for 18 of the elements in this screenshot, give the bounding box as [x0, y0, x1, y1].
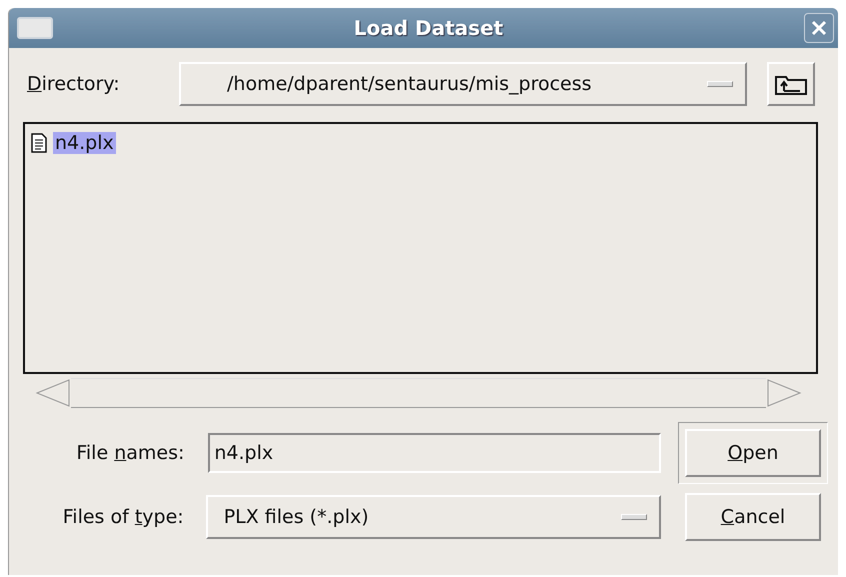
file-list[interactable]: n4.plx: [23, 122, 818, 374]
files-of-type-label: Files of type:: [62, 506, 184, 528]
window-icon[interactable]: [17, 17, 53, 39]
parent-folder-button[interactable]: [767, 62, 815, 106]
file-name-field[interactable]: n4.plx: [208, 433, 661, 473]
file-names-label: File names:: [75, 442, 184, 464]
window-title: Load Dataset: [352, 16, 504, 40]
scroll-right-icon[interactable]: [766, 378, 802, 408]
directory-label: Directory:: [26, 73, 121, 95]
close-button[interactable]: [804, 13, 834, 43]
scroll-left-icon[interactable]: [35, 378, 71, 408]
dialog-button[interactable]: Open: [678, 422, 828, 484]
document-icon: [31, 133, 47, 153]
close-icon: [810, 19, 828, 37]
file-item[interactable]: n4.plx: [53, 132, 116, 154]
horizontal-scrollbar[interactable]: [35, 378, 802, 408]
directory-dropdown[interactable]: /home/dparent/sentaurus/mis_process: [179, 62, 747, 106]
file-type-dropdown[interactable]: PLX files (*.plx): [206, 495, 661, 539]
